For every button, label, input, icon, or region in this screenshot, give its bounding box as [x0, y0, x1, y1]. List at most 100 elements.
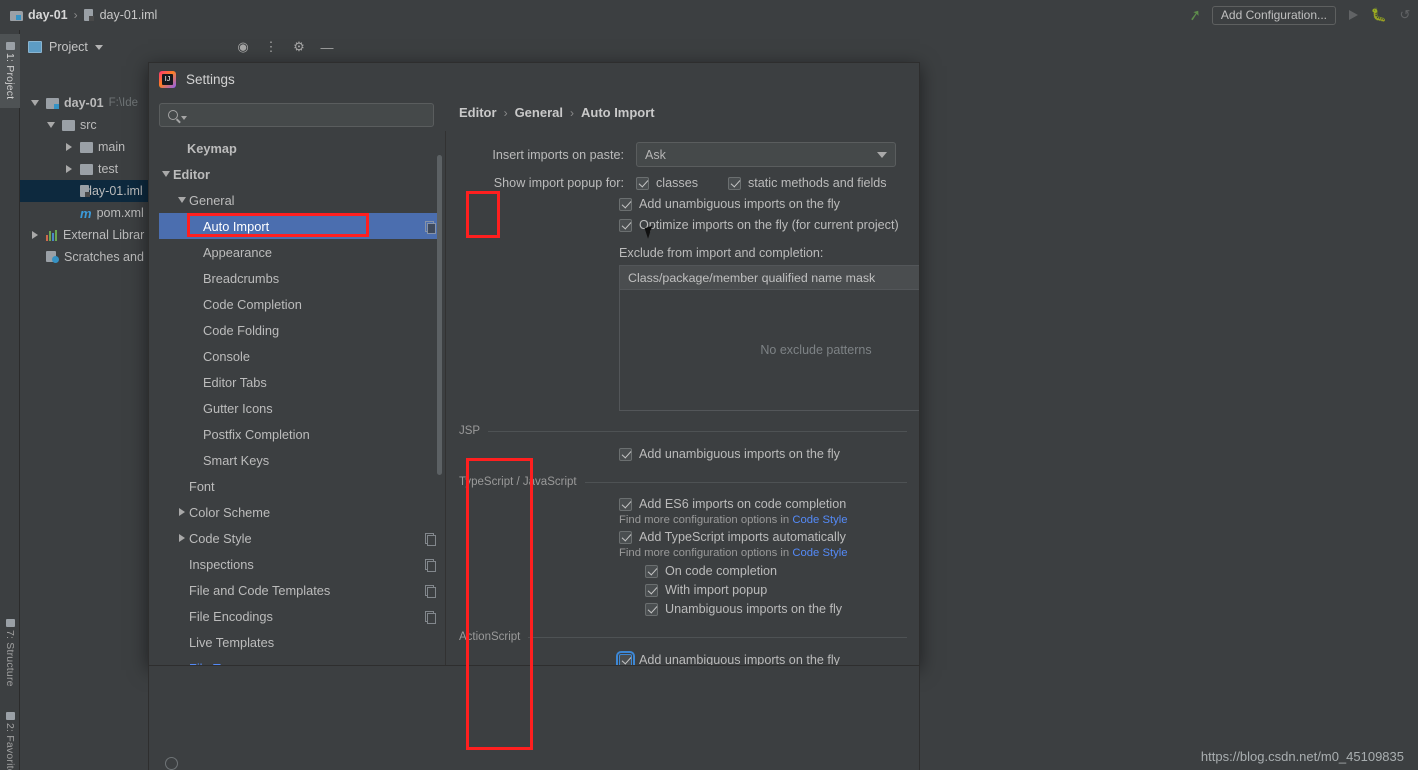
copy-settings-icon[interactable] — [425, 532, 436, 546]
twisty-right-icon[interactable] — [175, 508, 189, 516]
chevron-right-icon: › — [73, 8, 78, 22]
twisty-down-icon[interactable] — [28, 100, 41, 106]
tool-window-strip: 1: Project 7: Structure 2: Favorites — [0, 30, 20, 770]
chevron-down-icon[interactable] — [181, 115, 187, 120]
tool-window-button-structure[interactable]: 7: Structure — [0, 610, 20, 696]
exclude-column-mask[interactable]: Class/package/member qualified name mask — [620, 266, 919, 289]
checkbox-jsp-add-unambiguous-box[interactable] — [619, 447, 632, 461]
settings-item-color-scheme[interactable]: Color Scheme — [159, 499, 442, 525]
copy-settings-icon[interactable] — [425, 610, 436, 624]
tree-item-label: Scratches and — [64, 250, 144, 264]
settings-item-code-folding[interactable]: Code Folding — [159, 317, 442, 343]
checkbox-actionscript-add-unambiguous[interactable]: Add unambiguous imports on the fly — [616, 650, 919, 665]
debug-icon[interactable]: 🐛 — [1370, 6, 1388, 24]
hide-icon[interactable]: — — [320, 40, 334, 55]
link-code-style[interactable]: Code Style — [792, 514, 847, 526]
search-input[interactable] — [190, 107, 420, 123]
checkbox-static-methods[interactable]: static methods and fields — [728, 176, 887, 190]
settings-item-general[interactable]: General — [159, 187, 442, 213]
checkbox-classes-box[interactable] — [636, 176, 649, 190]
checkbox-add-typescript-imports-box[interactable] — [619, 530, 632, 544]
checkbox-add-unambiguous-java[interactable]: Add unambiguous imports on the fly — [619, 197, 919, 211]
tool-window-project-label: 1: Project — [4, 53, 16, 100]
checkbox-on-code-completion[interactable]: On code completion — [645, 564, 919, 578]
settings-item-live-templates[interactable]: Live Templates — [159, 629, 442, 655]
copy-settings-icon[interactable] — [425, 220, 436, 234]
settings-item-label: Postfix Completion — [203, 426, 310, 442]
settings-splitter[interactable] — [445, 131, 446, 665]
add-configuration-button[interactable]: Add Configuration... — [1211, 5, 1336, 25]
tree-item-day-01-iml[interactable]: day-01.iml — [20, 180, 148, 202]
checkbox-actionscript-add-unambiguous-box[interactable] — [616, 650, 635, 665]
maven-file-icon: m — [80, 205, 92, 221]
settings-item-file-types[interactable]: File Types — [159, 655, 442, 666]
settings-item-file-and-code-templates[interactable]: File and Code Templates — [159, 577, 442, 603]
breadcrumb-item-file[interactable]: day-01.iml — [83, 8, 157, 22]
twisty-right-icon[interactable] — [62, 143, 75, 151]
checkbox-with-import-popup[interactable]: With import popup — [645, 583, 919, 597]
copy-settings-icon[interactable] — [425, 584, 436, 598]
checkbox-add-unambiguous-java-box[interactable] — [619, 197, 632, 211]
settings-item-inspections[interactable]: Inspections — [159, 551, 442, 577]
settings-item-smart-keys[interactable]: Smart Keys — [159, 447, 442, 473]
twisty-right-icon[interactable] — [28, 231, 41, 239]
settings-item-keymap[interactable]: Keymap — [159, 135, 442, 161]
twisty-right-icon[interactable] — [175, 534, 189, 542]
settings-item-auto-import[interactable]: Auto Import — [159, 213, 442, 239]
copy-settings-icon[interactable] — [425, 558, 436, 572]
exclude-table-body[interactable]: No exclude patterns — [620, 290, 919, 410]
show-import-popup-label: Show import popup for: — [493, 176, 624, 190]
settings-item-code-style[interactable]: Code Style — [159, 525, 442, 551]
checkbox-static-methods-box[interactable] — [728, 176, 741, 190]
checkbox-add-typescript-imports[interactable]: Add TypeScript imports automatically — [619, 530, 919, 544]
settings-breadcrumb-general[interactable]: General — [515, 105, 563, 120]
twisty-down-icon[interactable] — [159, 171, 173, 177]
gear-icon[interactable]: ⚙ — [292, 39, 306, 54]
settings-breadcrumb-editor[interactable]: Editor — [459, 105, 497, 120]
group-jsp-label: JSP — [459, 425, 481, 437]
checkbox-optimize-imports-java-box[interactable] — [619, 218, 632, 232]
checkbox-jsp-add-unambiguous[interactable]: Add unambiguous imports on the fly — [619, 447, 919, 461]
settings-item-editor[interactable]: Editor — [159, 161, 442, 187]
settings-breadcrumb-auto-import: Auto Import — [580, 105, 655, 120]
hint-es6-prefix: Find more configuration options in — [619, 514, 793, 526]
settings-tree-scrollbar[interactable] — [437, 155, 442, 475]
checkbox-classes[interactable]: classes — [636, 176, 698, 190]
group-divider — [488, 430, 907, 432]
checkbox-optimize-imports-java[interactable]: Optimize imports on the fly (for current… — [619, 218, 919, 232]
hammer-icon[interactable]: ➚ — [1184, 5, 1205, 26]
settings-item-code-completion[interactable]: Code Completion — [159, 291, 442, 317]
link-code-style[interactable]: Code Style — [792, 547, 847, 559]
locate-icon[interactable]: ◉ — [236, 39, 250, 54]
settings-item-editor-tabs[interactable]: Editor Tabs — [159, 369, 442, 395]
insert-imports-select[interactable]: Ask — [636, 142, 896, 167]
settings-item-gutter-icons[interactable]: Gutter Icons — [159, 395, 442, 421]
collapse-all-icon[interactable]: ⋮ — [264, 39, 278, 54]
settings-item-font[interactable]: Font — [159, 473, 442, 499]
group-typescript-javascript: TypeScript / JavaScript — [459, 476, 907, 488]
settings-item-label: Editor — [173, 166, 210, 182]
project-icon — [5, 42, 15, 51]
checkbox-unambiguous-imports-on-the-fly[interactable]: Unambiguous imports on the fly — [645, 602, 919, 616]
folder-icon — [80, 141, 93, 153]
checkbox-with-import-popup-box[interactable] — [645, 583, 658, 597]
chevron-down-icon[interactable] — [94, 44, 103, 50]
settings-item-console[interactable]: Console — [159, 343, 442, 369]
settings-item-file-encodings[interactable]: File Encodings — [159, 603, 442, 629]
twisty-right-icon[interactable] — [62, 165, 75, 173]
breadcrumb-item-project[interactable]: day-01 — [10, 8, 68, 22]
checkbox-unambiguous-imports-on-the-fly-box[interactable] — [645, 602, 658, 616]
run-icon[interactable] — [1344, 6, 1362, 24]
settings-item-appearance[interactable]: Appearance — [159, 239, 442, 265]
settings-item-postfix-completion[interactable]: Postfix Completion — [159, 421, 442, 447]
twisty-down-icon[interactable] — [44, 122, 57, 128]
tool-window-button-favorites[interactable]: 2: Favorites — [0, 702, 20, 770]
run-with-coverage-icon[interactable]: ↺ — [1396, 6, 1414, 24]
checkbox-on-code-completion-box[interactable] — [645, 564, 658, 578]
checkbox-add-es6-imports-box[interactable] — [619, 497, 632, 511]
settings-item-breadcrumbs[interactable]: Breadcrumbs — [159, 265, 442, 291]
twisty-down-icon[interactable] — [175, 197, 189, 203]
checkbox-add-es6-imports[interactable]: Add ES6 imports on code completion — [619, 497, 919, 511]
settings-search-box[interactable] — [159, 103, 434, 127]
tool-window-button-project[interactable]: 1: Project — [0, 34, 20, 108]
